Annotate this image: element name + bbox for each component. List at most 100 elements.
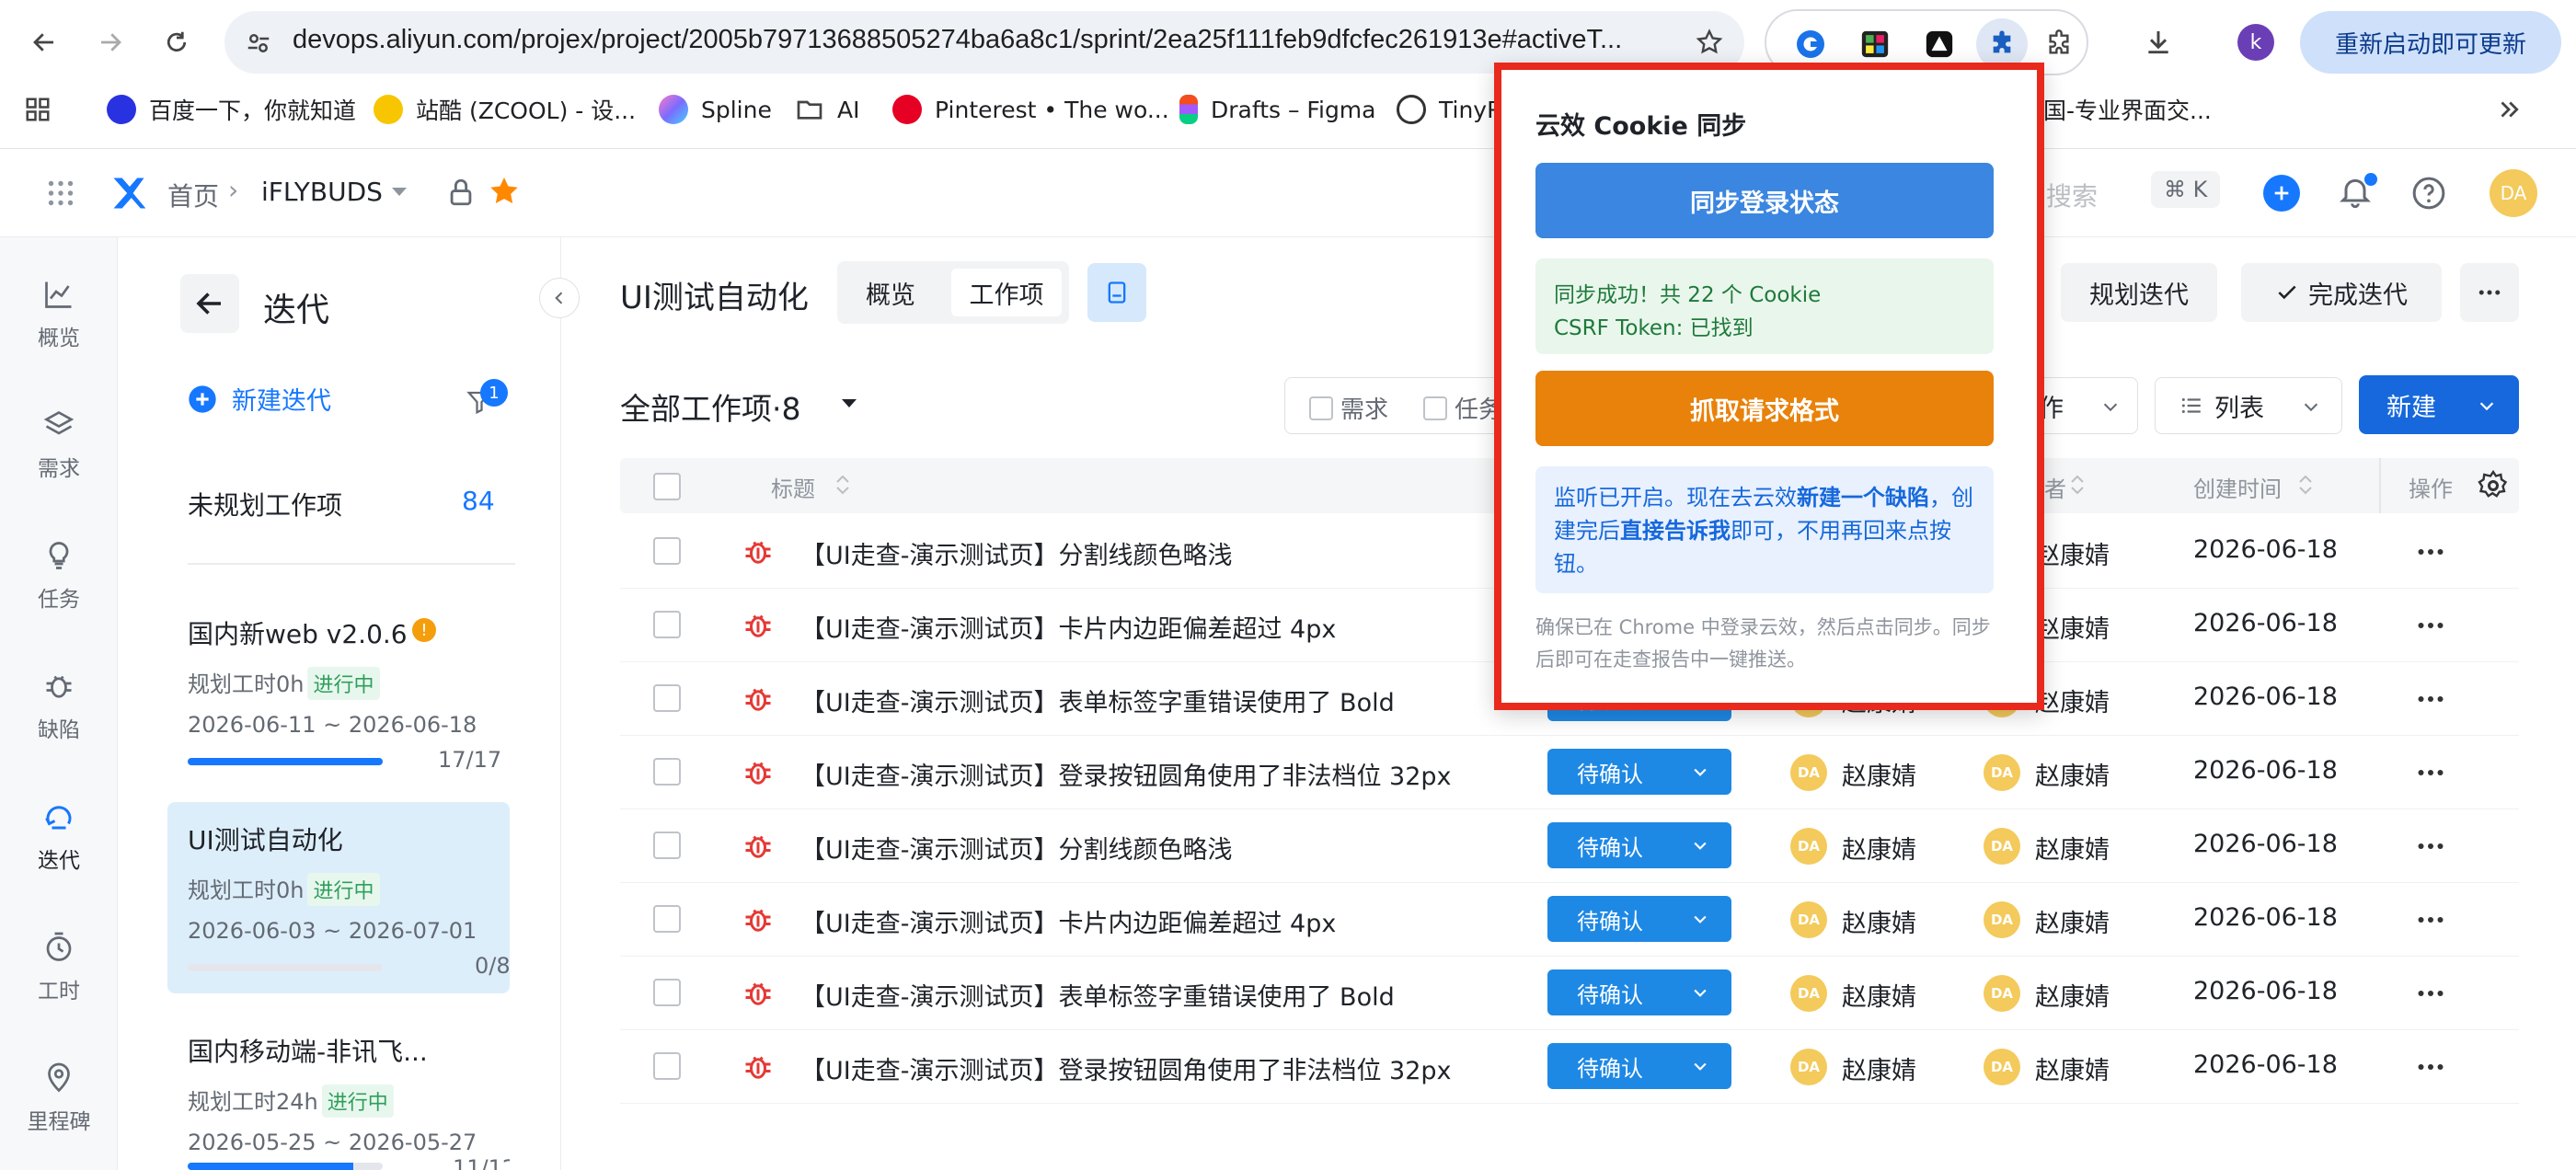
tab-overview[interactable]: 概览	[845, 269, 937, 316]
row-checkbox[interactable]	[653, 611, 681, 638]
status-dropdown[interactable]: 待确认	[1547, 896, 1731, 942]
status-dropdown[interactable]: 待确认	[1547, 749, 1731, 795]
caret-down-icon[interactable]	[839, 397, 859, 410]
extensions-menu[interactable]	[2039, 24, 2079, 64]
row-checkbox[interactable]	[653, 832, 681, 859]
filter-task[interactable]: 任务	[1423, 391, 1502, 425]
bookmark-ai-folder[interactable]: AI	[795, 88, 859, 131]
bookmark-figma[interactable]: Drafts – Figma	[1179, 88, 1375, 131]
iteration-card-selected[interactable]: UI测试自动化 规划工时0h 进行中 2026-06-03 ~ 2026-07-0…	[167, 802, 511, 993]
more-horizontal-icon[interactable]	[2414, 830, 2447, 863]
unplanned-label[interactable]: 未规划工作项	[188, 486, 342, 522]
checkbox[interactable]	[1309, 396, 1333, 420]
iteration-card[interactable]: 国内新web v2.0.6 ! 规划工时0h 进行中 2026-06-11 ~ 2…	[167, 596, 510, 780]
row-title[interactable]: 【UI走查-演示测试页】表单标签字重错误使用了 Bold	[800, 977, 1395, 1013]
table-row[interactable]: 【UI走查-演示测试页】分割线颜色略浅 待确认 DA 赵康婧 DA 赵康婧 2026-06-…	[620, 809, 2519, 883]
iteration-card[interactable]: 国内移动端-非讯飞... ! 规划工时24h进行中 2026-05-25 ~ 2…	[167, 1017, 510, 1170]
assignee-name[interactable]: 赵康婧	[1842, 977, 1916, 1013]
row-title[interactable]: 【UI走查-演示测试页】分割线颜色略浅	[800, 830, 1232, 866]
table-row[interactable]: 【UI走查-演示测试页】表单标签字重错误使用了 Bold 待确认 DA 赵康婧 DA 赵康…	[620, 957, 2519, 1030]
create-plus-button[interactable]	[2263, 175, 2300, 212]
row-title[interactable]: 【UI走查-演示测试页】登录按钮圆角使用了非法档位 32px	[800, 1050, 1452, 1086]
column-settings-icon[interactable]	[2477, 469, 2510, 502]
more-horizontal-icon[interactable]	[2414, 1050, 2447, 1084]
table-row[interactable]: 【UI走查-演示测试页】登录按钮圆角使用了非法档位 32px 待确认 DA 赵康婧 DA…	[620, 736, 2519, 809]
view-mode-dropdown[interactable]: 列表	[2155, 377, 2342, 434]
bookmark-tinypng[interactable]: TinyP	[1397, 88, 1501, 131]
extension-2[interactable]	[1855, 24, 1895, 64]
extension-3[interactable]	[1919, 24, 1960, 64]
yunxiao-logo-icon[interactable]	[109, 173, 149, 213]
status-dropdown[interactable]: 待确认	[1547, 822, 1731, 868]
tab-workitems[interactable]: 工作项	[951, 269, 1062, 316]
breadcrumb-home[interactable]: 首页	[167, 177, 219, 213]
row-checkbox[interactable]	[653, 684, 681, 712]
more-horizontal-icon[interactable]	[2414, 903, 2447, 936]
bookmark-ui-china[interactable]: 中国-专业界面交...	[2020, 88, 2212, 131]
notifications-button[interactable]	[2337, 173, 2377, 213]
more-horizontal-icon[interactable]	[2414, 609, 2447, 642]
bookmark-baidu[interactable]: 百度一下，你就知道	[107, 88, 356, 131]
row-checkbox[interactable]	[653, 979, 681, 1006]
collapse-panel-button[interactable]	[539, 278, 580, 318]
update-button[interactable]: 重新启动即可更新	[2300, 11, 2561, 74]
rail-item-timesheet[interactable]: 工时	[0, 912, 118, 1023]
more-bookmarks-icon[interactable]	[2495, 96, 2523, 123]
forward-button[interactable]	[88, 20, 132, 64]
filter-button[interactable]: 1	[466, 379, 512, 419]
filter-requirement[interactable]: 需求	[1309, 391, 1388, 425]
profile-avatar[interactable]: k	[2237, 24, 2274, 61]
sort-icon[interactable]	[2068, 473, 2087, 497]
status-dropdown[interactable]: 待确认	[1547, 969, 1731, 1015]
select-all-checkbox[interactable]	[653, 473, 681, 500]
app-grid-icon[interactable]	[44, 177, 77, 210]
sort-icon[interactable]	[834, 473, 852, 497]
bookmark-spline[interactable]: Spline	[659, 88, 772, 131]
row-title[interactable]: 【UI走查-演示测试页】分割线颜色略浅	[800, 535, 1232, 571]
star-favorite-icon[interactable]	[488, 175, 521, 208]
assignee-name[interactable]: 赵康婧	[1842, 903, 1916, 939]
new-item-button[interactable]: 新建	[2359, 375, 2519, 434]
rail-item-tasks[interactable]: 任务	[0, 521, 118, 631]
rail-item-defects[interactable]: 缺陷	[0, 651, 118, 762]
table-row[interactable]: 【UI走查-演示测试页】登录按钮圆角使用了非法档位 32px 待确认 DA 赵康婧 DA…	[620, 1030, 2519, 1104]
bookmark-zcool[interactable]: 站酷 (ZCOOL) - 设...	[374, 88, 636, 131]
downloads-button[interactable]	[2136, 20, 2180, 64]
row-checkbox[interactable]	[653, 758, 681, 786]
doc-view-button[interactable]	[1087, 263, 1146, 322]
new-iteration-button[interactable]: 新建迭代	[188, 381, 331, 417]
column-created[interactable]: 创建时间	[2193, 471, 2282, 503]
star-bookmark-icon[interactable]	[1695, 28, 1724, 57]
rail-item-overview[interactable]: 概览	[0, 259, 118, 370]
rail-item-requirements[interactable]: 需求	[0, 390, 118, 500]
row-title[interactable]: 【UI走查-演示测试页】表单标签字重错误使用了 Bold	[800, 682, 1395, 718]
rail-item-milestones[interactable]: 里程碑	[0, 1043, 118, 1153]
row-title[interactable]: 【UI走查-演示测试页】卡片内边距偏差超过 4px	[800, 609, 1336, 645]
rail-item-iterations[interactable]: 迭代	[0, 782, 118, 892]
bookmark-pinterest[interactable]: Pinterest • The wo...	[892, 88, 1169, 131]
assignee-name[interactable]: 赵康婧	[1842, 830, 1916, 866]
sort-icon[interactable]	[2296, 473, 2315, 497]
caret-down-icon[interactable]	[390, 186, 408, 199]
row-title[interactable]: 【UI走查-演示测试页】卡片内边距偏差超过 4px	[800, 903, 1336, 939]
lock-icon[interactable]	[445, 177, 477, 208]
assignee-name[interactable]: 赵康婧	[1842, 1050, 1916, 1086]
row-checkbox[interactable]	[653, 905, 681, 933]
row-title[interactable]: 【UI走查-演示测试页】登录按钮圆角使用了非法档位 32px	[800, 756, 1452, 792]
checkbox[interactable]	[1423, 396, 1447, 420]
user-avatar[interactable]: DA	[2490, 169, 2537, 217]
complete-iteration-button[interactable]: 完成迭代	[2241, 263, 2442, 322]
status-dropdown[interactable]: 待确认	[1547, 1043, 1731, 1089]
project-name[interactable]: iFLYBUDS	[261, 177, 383, 207]
reload-button[interactable]	[155, 20, 199, 64]
apps-grid-icon[interactable]	[24, 96, 52, 123]
table-row[interactable]: 【UI走查-演示测试页】卡片内边距偏差超过 4px 待确认 DA 赵康婧 DA 赵康婧 20…	[620, 883, 2519, 957]
column-creator[interactable]: 者	[2044, 471, 2066, 503]
all-items-title[interactable]: 全部工作项·8	[620, 384, 801, 429]
more-actions-button[interactable]	[2460, 263, 2519, 322]
help-icon[interactable]	[2410, 175, 2447, 212]
plan-iteration-button[interactable]: 规划迭代	[2061, 263, 2217, 322]
more-horizontal-icon[interactable]	[2414, 682, 2447, 716]
more-horizontal-icon[interactable]	[2414, 977, 2447, 1010]
extension-1[interactable]	[1790, 24, 1831, 64]
